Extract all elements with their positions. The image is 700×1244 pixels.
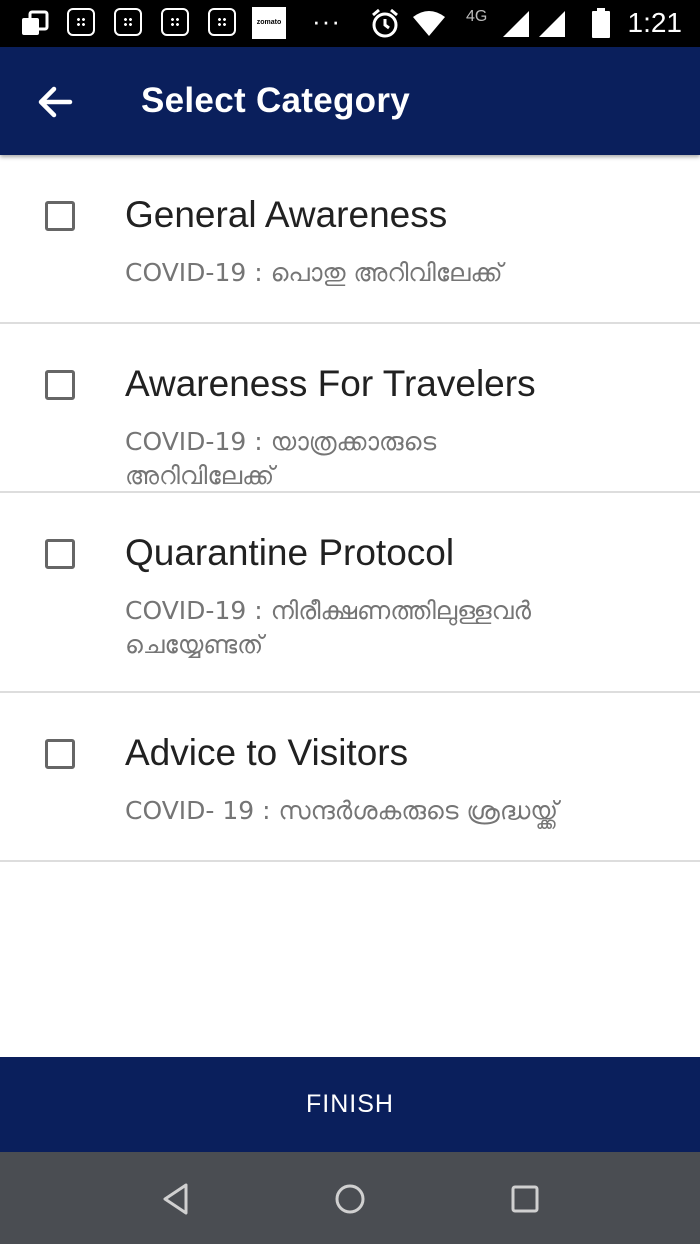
category-title: General Awareness	[125, 194, 448, 235]
category-item-general-awareness[interactable]: General Awareness COVID-19 : പൊതു അറിവില…	[0, 155, 700, 324]
checkbox[interactable]	[45, 201, 75, 231]
nav-recents-icon[interactable]	[505, 1179, 545, 1219]
signal-icon	[503, 11, 529, 37]
dialpad-icon	[208, 8, 236, 36]
category-title: Quarantine Protocol	[125, 532, 455, 573]
category-subtitle: COVID-19 : നിരീക്ഷണത്തിലുള്ളവർ ചെയ്യേണ്ട…	[125, 596, 532, 659]
nav-back-icon[interactable]	[155, 1179, 195, 1219]
nav-home-icon[interactable]	[330, 1179, 370, 1219]
finish-button[interactable]: FINISH	[0, 1057, 700, 1152]
status-bar: zomato ··· 4G 1:21	[0, 0, 700, 47]
copy-notification-icon	[22, 10, 49, 35]
category-item-awareness-for-travelers[interactable]: Awareness For Travelers COVID-19 : യാത്ര…	[0, 324, 700, 493]
category-list: General Awareness COVID-19 : പൊതു അറിവില…	[0, 155, 700, 862]
alarm-icon	[372, 8, 398, 38]
zomato-icon: zomato	[252, 7, 286, 39]
category-title: Awareness For Travelers	[125, 363, 536, 404]
page-title: Select Category	[141, 81, 411, 120]
dialpad-icon	[67, 8, 95, 36]
category-subtitle: COVID-19 : പൊതു അറിവിലേക്ക്	[125, 258, 503, 287]
system-nav-bar	[0, 1152, 700, 1244]
category-item-quarantine-protocol[interactable]: Quarantine Protocol COVID-19 : നിരീക്ഷണത…	[0, 493, 700, 693]
category-subtitle: COVID- 19 : സന്ദർശകരുടെ ശ്രദ്ധയ്ക്ക്	[125, 796, 559, 825]
back-arrow-icon[interactable]	[30, 79, 78, 125]
network-type-label: 4G	[466, 8, 488, 25]
more-notifications-indicator: ···	[312, 6, 341, 36]
category-subtitle: COVID-19 : യാത്രക്കാരുടെ അറിവിലേക്ക്	[125, 427, 437, 490]
category-title: Advice to Visitors	[125, 732, 409, 773]
checkbox[interactable]	[45, 539, 75, 569]
signal-icon	[539, 11, 565, 37]
checkbox[interactable]	[45, 739, 75, 769]
app-bar: Select Category	[0, 47, 700, 155]
category-item-advice-to-visitors[interactable]: Advice to Visitors COVID- 19 : സന്ദർശകരു…	[0, 693, 700, 862]
battery-icon	[592, 8, 610, 38]
checkbox[interactable]	[45, 370, 75, 400]
wifi-icon	[413, 11, 445, 36]
dialpad-icon	[114, 8, 142, 36]
dialpad-icon	[161, 8, 189, 36]
clock-time: 1:21	[627, 7, 683, 38]
